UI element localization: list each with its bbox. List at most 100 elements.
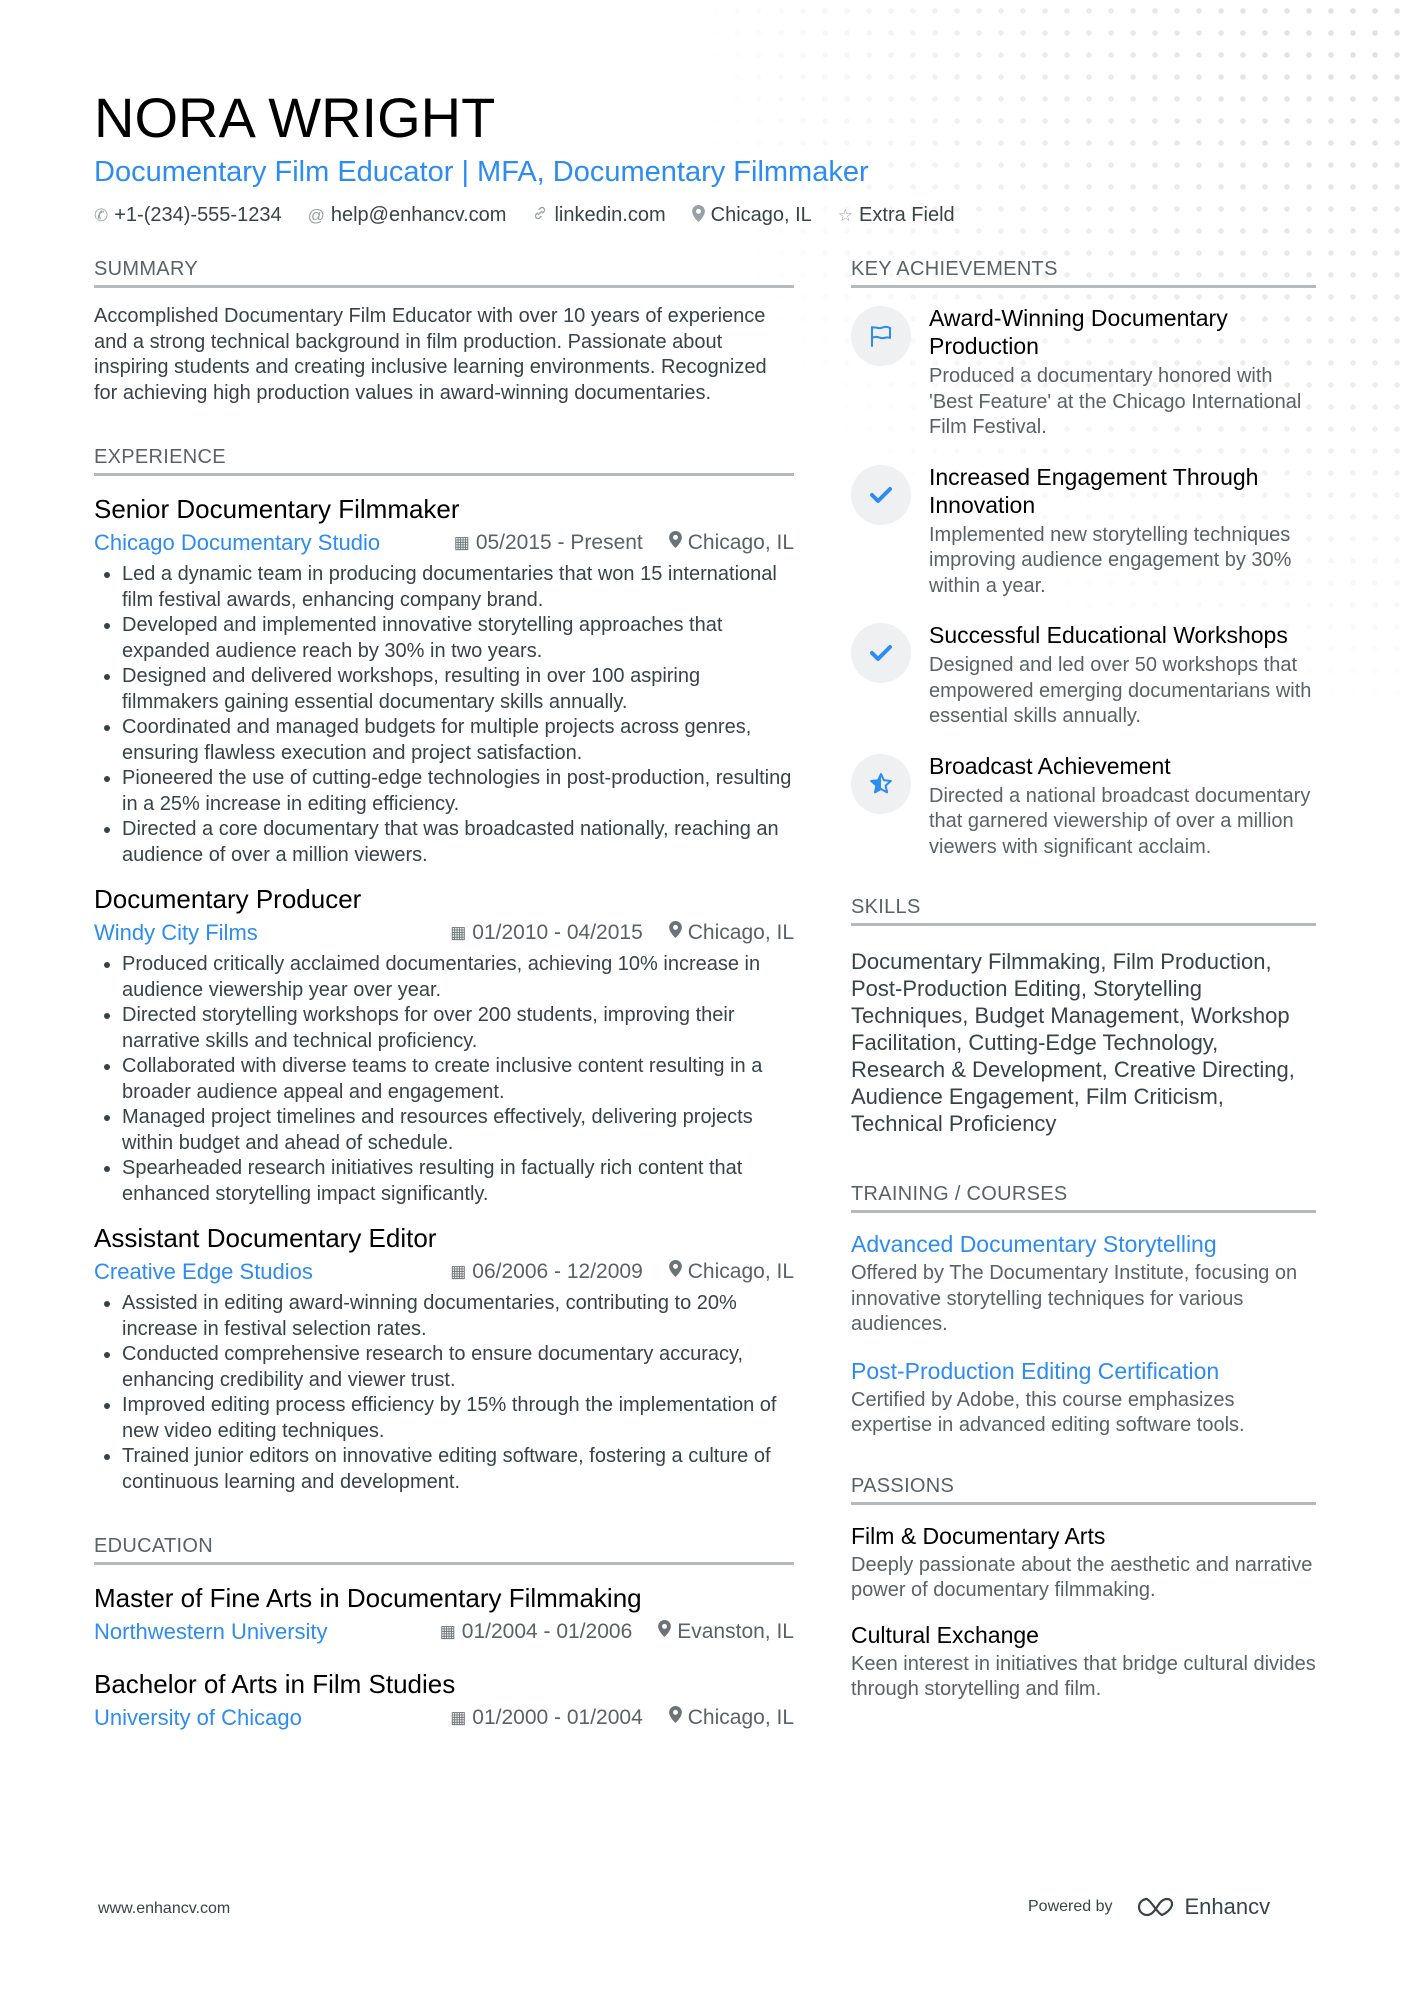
calendar-icon: ▦ [453, 533, 470, 552]
summary-section: SUMMARY Accomplished Documentary Film Ed… [94, 258, 794, 406]
job-title: Assistant Documentary Editor [94, 1223, 437, 1253]
achievement-item: Successful Educational Workshops Designe… [851, 621, 1316, 730]
brand-name: Enhancv [1184, 1894, 1271, 1919]
bullet-item: Led a dynamic team in producing document… [122, 562, 794, 613]
calendar-icon: ▦ [450, 923, 467, 942]
passion-title: Film & Documentary Arts [851, 1522, 1106, 1549]
dates-text: 01/2004 - 01/2006 [461, 1620, 633, 1643]
education-entry: Master of Fine Arts in Documentary Filmm… [94, 1581, 794, 1649]
job-subheader: Windy City Films ▦ 01/2010 - 04/2015 Chic… [94, 916, 794, 950]
contact-location: Chicago, IL [691, 204, 812, 227]
job-title: Senior Documentary Filmmaker [94, 494, 460, 524]
job-location: Chicago, IL [668, 526, 794, 560]
achievement-title: Award-Winning Documentary Production [929, 305, 1228, 359]
job-dates: ▦ 06/2006 - 12/2009 [450, 1255, 643, 1289]
section-heading: PASSIONS [851, 1475, 1316, 1505]
achievement-desc: Produced a documentary honored with 'Bes… [929, 365, 1302, 438]
bullet-item: Conducted comprehensive research to ensu… [122, 1342, 794, 1393]
bullet-item: Trained junior editors on innovative edi… [122, 1444, 794, 1495]
dates-text: 01/2000 - 01/2004 [472, 1706, 643, 1729]
powered-by-label: Powered by [1028, 1898, 1113, 1915]
location-text: Chicago, IL [687, 1706, 794, 1729]
job-bullets: Assisted in editing award-winning docume… [94, 1291, 794, 1495]
job-title: Documentary Producer [94, 884, 362, 914]
contact-text: help@enhancv.com [330, 204, 507, 226]
experience-section: EXPERIENCE Senior Documentary Filmmaker … [94, 446, 794, 1495]
footer-branding: Powered by Enhancv [1028, 1894, 1270, 1920]
passion-item: Cultural Exchange Keen interest in initi… [851, 1620, 1316, 1703]
right-column: KEY ACHIEVEMENTS Award-Winning Documenta… [851, 258, 1316, 1719]
achievement-title: Increased Engagement Through Innovation [929, 463, 1259, 518]
job-entry: Documentary Producer Windy City Films ▦ 0… [94, 882, 794, 1207]
training-section: TRAINING / COURSES Advanced Documentary … [851, 1183, 1316, 1439]
enhancv-logo[interactable]: Enhancv [1133, 1894, 1271, 1920]
education-location: Evanston, IL [658, 1615, 794, 1649]
job-dates: ▦ 05/2015 - Present [454, 526, 643, 560]
achievement-desc: Directed a national broadcast documentar… [929, 784, 1311, 858]
section-heading: KEY ACHIEVEMENTS [851, 258, 1316, 288]
bullet-item: Pioneered the use of cutting-edge techno… [122, 766, 794, 817]
skills-section: SKILLS Documentary Filmmaking, Film Prod… [851, 896, 1316, 1137]
location-icon [691, 204, 705, 227]
bullet-item: Managed project timelines and resources … [122, 1105, 794, 1156]
passion-item: Film & Documentary Arts Deeply passionat… [851, 1521, 1316, 1604]
degree-title: Master of Fine Arts in Documentary Filmm… [94, 1583, 642, 1613]
achievement-desc: Implemented new storytelling techniques … [929, 523, 1292, 597]
dates-text: 01/2010 - 04/2015 [472, 921, 643, 944]
contact-phone[interactable]: ✆ +1-(234)-555-1234 [94, 204, 282, 227]
section-heading: EXPERIENCE [94, 446, 794, 476]
resume-header: NORA WRIGHT Documentary Film Educator | … [94, 86, 1314, 227]
candidate-name: NORA WRIGHT [94, 86, 496, 149]
contact-text: Chicago, IL [710, 204, 812, 226]
footer-website-link[interactable]: www.enhancv.com [98, 1900, 230, 1918]
contact-linkedin[interactable]: linkedin.com [532, 204, 666, 227]
achievement-item: Broadcast Achievement Directed a nationa… [851, 752, 1316, 861]
flag-icon [851, 306, 911, 366]
location-icon [668, 1255, 682, 1289]
skills-text: Documentary Filmmaking, Film Production,… [851, 949, 1295, 1136]
location-icon [668, 1701, 682, 1735]
job-dates: ▦ 01/2010 - 04/2015 [450, 916, 643, 950]
contact-text: +1-(234)-555-1234 [114, 204, 282, 226]
job-location: Chicago, IL [668, 916, 794, 950]
course-item: Post-Production Editing Certification Ce… [851, 1356, 1316, 1439]
bullet-item: Spearheaded research initiatives resulti… [122, 1156, 794, 1207]
company-name: Windy City Films [94, 920, 258, 945]
passion-desc: Keen interest in initiatives that bridge… [851, 1652, 1316, 1701]
star-icon: ☆ [837, 205, 854, 225]
contact-row: ✆ +1-(234)-555-1234 @ help@enhancv.com l… [94, 204, 1314, 227]
phone-icon: ✆ [94, 205, 109, 225]
location-icon [668, 916, 682, 950]
achievement-item: Award-Winning Documentary Production Pro… [851, 304, 1316, 441]
job-subheader: Chicago Documentary Studio ▦ 05/2015 - Pr… [94, 526, 794, 560]
company-name: Chicago Documentary Studio [94, 530, 381, 555]
degree-title: Bachelor of Arts in Film Studies [94, 1669, 456, 1699]
job-location: Chicago, IL [668, 1255, 794, 1289]
job-subheader: Creative Edge Studios ▦ 06/2006 - 12/2009… [94, 1255, 794, 1289]
location-text: Chicago, IL [687, 531, 794, 554]
calendar-icon: ▦ [450, 1262, 467, 1281]
bullet-item: Improved editing process efficiency by 1… [122, 1393, 794, 1444]
star-half-icon [851, 753, 911, 814]
passions-section: PASSIONS Film & Documentary Arts Deeply … [851, 1475, 1316, 1703]
calendar-icon: ▦ [439, 1622, 456, 1641]
section-heading: EDUCATION [94, 1535, 794, 1565]
resume-page: NORA WRIGHT Documentary Film Educator | … [0, 0, 1410, 1995]
section-heading: SKILLS [851, 896, 1316, 926]
course-desc: Certified by Adobe, this course emphasiz… [851, 1388, 1245, 1437]
course-title: Post-Production Editing Certification [851, 1357, 1220, 1384]
location-icon [658, 1615, 672, 1649]
passion-title: Cultural Exchange [851, 1621, 1039, 1648]
bullet-item: Directed a core documentary that was bro… [122, 817, 794, 868]
education-location: Chicago, IL [668, 1701, 794, 1735]
contact-email[interactable]: @ help@enhancv.com [308, 204, 507, 227]
contact-text: Extra Field [859, 204, 955, 226]
contact-text: linkedin.com [554, 204, 666, 226]
at-icon: @ [307, 205, 325, 225]
bullet-item: Designed and delivered workshops, result… [122, 664, 794, 715]
job-bullets: Led a dynamic team in producing document… [94, 562, 794, 868]
section-heading: SUMMARY [94, 258, 794, 288]
education-entry: Bachelor of Arts in Film Studies Univers… [94, 1667, 794, 1735]
achievement-item: Increased Engagement Through Innovation … [851, 463, 1316, 600]
contact-extra: ☆ Extra Field [838, 204, 955, 227]
